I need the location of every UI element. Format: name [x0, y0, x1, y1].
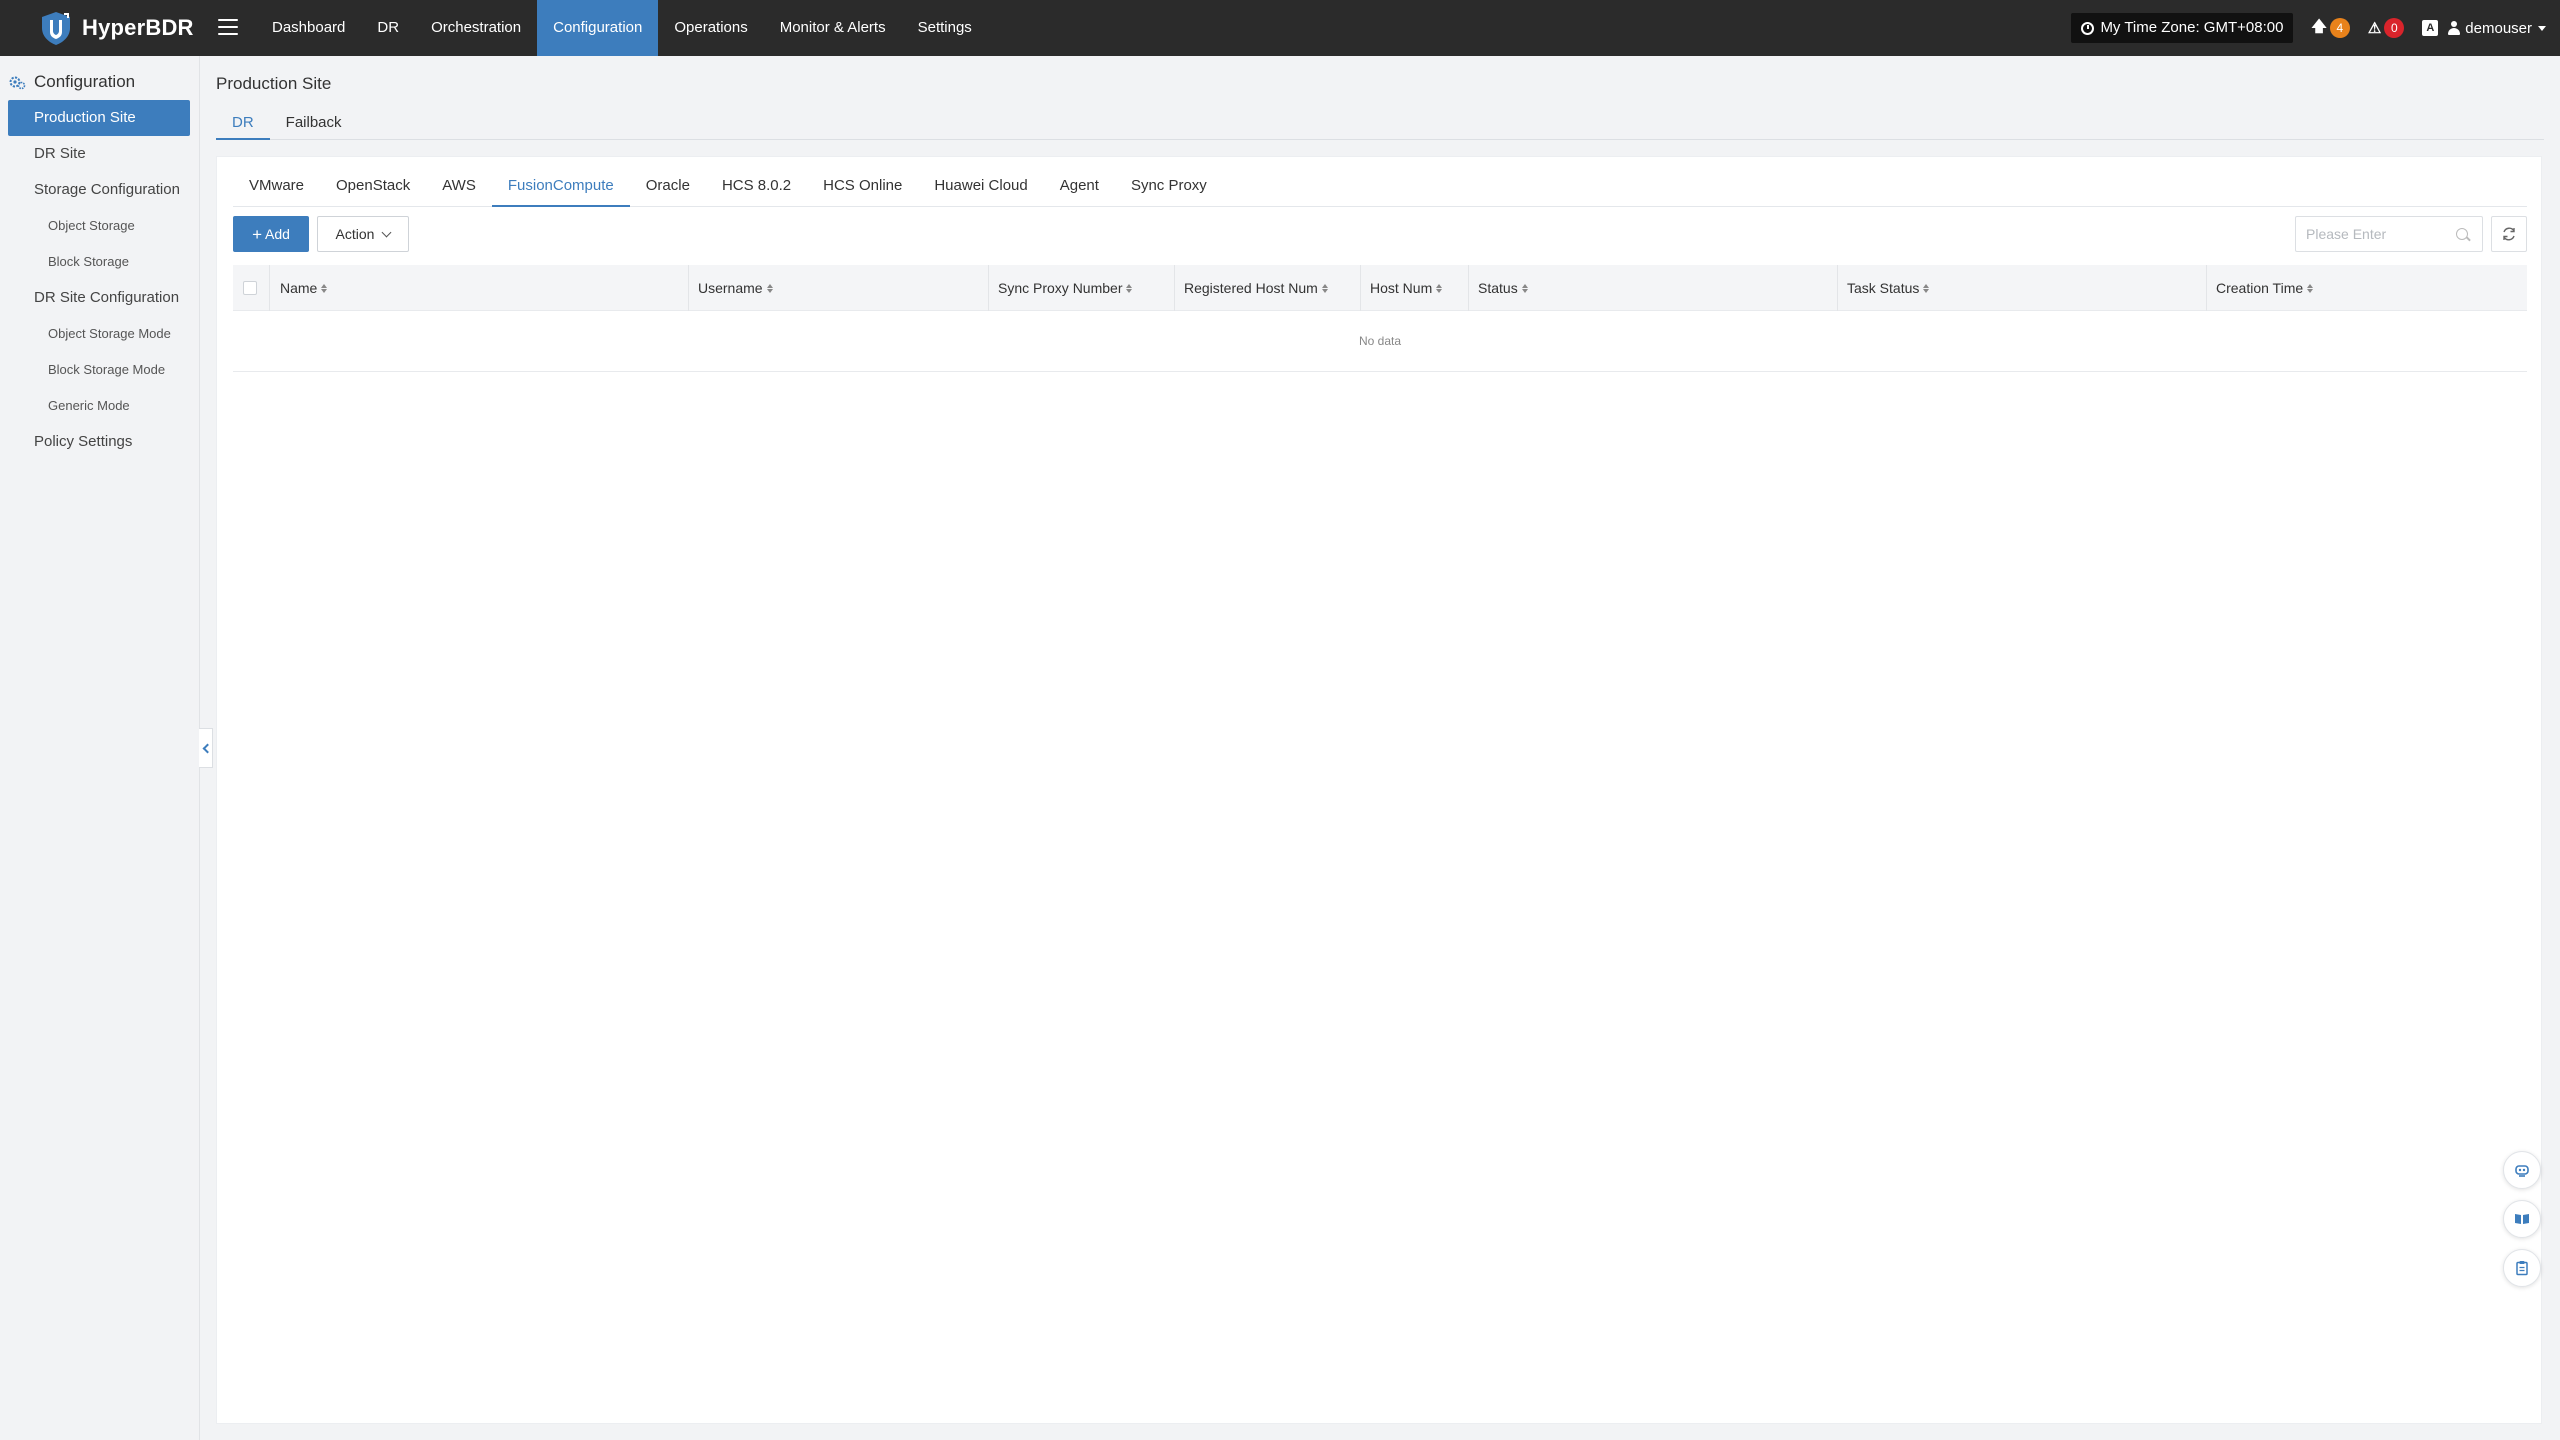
column-header-creation-time[interactable]: Creation Time — [2216, 265, 2314, 311]
menu-toggle-icon[interactable] — [218, 17, 238, 37]
nav-operations[interactable]: Operations — [658, 0, 763, 56]
column-header-task-status[interactable]: Task Status — [1847, 265, 1930, 311]
sidebar-item-dr-site-configuration[interactable]: DR Site Configuration — [8, 280, 190, 316]
sidebar-item-dr-site[interactable]: DR Site — [8, 136, 190, 172]
sort-icon — [1321, 283, 1328, 293]
tab-agent[interactable]: Agent — [1044, 165, 1115, 207]
action-dropdown-button[interactable]: Action — [317, 216, 409, 252]
column-header-name[interactable]: Name — [280, 265, 328, 311]
upload-count-badge: 4 — [2329, 18, 2350, 38]
tab-failback[interactable]: Failback — [270, 108, 358, 140]
sidebar-item-block-storage[interactable]: Block Storage — [8, 244, 190, 280]
search-box — [2295, 216, 2483, 252]
language-icon[interactable]: A — [2422, 20, 2439, 36]
plus-icon: + — [252, 224, 262, 244]
nav-configuration[interactable]: Configuration — [537, 0, 659, 56]
nav-settings[interactable]: Settings — [902, 0, 988, 56]
username: demouser — [2465, 19, 2532, 37]
content-card: VMware OpenStack AWS FusionCompute Oracl… — [216, 156, 2542, 1424]
alerts[interactable]: ⚠ 0 — [2367, 18, 2405, 38]
sidebar-title: Configuration — [8, 72, 135, 92]
robot-assistant-icon — [2515, 1165, 2529, 1177]
add-button[interactable]: + Add — [233, 216, 309, 252]
column-header-host-num[interactable]: Host Num — [1370, 265, 1443, 311]
manual-book-icon — [2515, 1214, 2529, 1224]
upload-tasks[interactable]: 🡅 4 — [2311, 16, 2350, 41]
sidebar-item-storage-configuration[interactable]: Storage Configuration — [8, 172, 190, 208]
gear-icon — [9, 76, 26, 90]
tab-hcs-802[interactable]: HCS 8.0.2 — [706, 165, 807, 207]
manual-book-button[interactable] — [2503, 1200, 2541, 1238]
sidebar-collapse-button[interactable] — [199, 728, 213, 768]
sort-icon — [1521, 283, 1528, 293]
timezone-text: My Time Zone: GMT+08:00 — [2100, 19, 2284, 36]
sort-icon — [766, 283, 773, 293]
select-all-checkbox[interactable] — [243, 281, 257, 295]
tab-dr[interactable]: DR — [216, 108, 270, 140]
tab-oracle[interactable]: Oracle — [630, 165, 706, 207]
main-nav: Dashboard DR Orchestration Configuration… — [256, 0, 988, 56]
timezone-indicator[interactable]: My Time Zone: GMT+08:00 — [2071, 13, 2294, 43]
alert-count-badge: 0 — [2384, 18, 2405, 38]
top-right-tools: My Time Zone: GMT+08:00 🡅 4 ⚠ 0 A demous… — [2071, 0, 2560, 56]
sort-icon — [1923, 283, 1930, 293]
sort-icon — [2307, 283, 2314, 293]
tab-hcs-online[interactable]: HCS Online — [807, 165, 918, 207]
sidebar-item-object-storage[interactable]: Object Storage — [8, 208, 190, 244]
app-name: HyperBDR — [82, 15, 194, 40]
nav-monitor-alerts[interactable]: Monitor & Alerts — [764, 0, 902, 56]
robot-assistant-button[interactable] — [2503, 1151, 2541, 1189]
tab-sync-proxy[interactable]: Sync Proxy — [1115, 165, 1223, 207]
chevron-left-icon — [202, 743, 212, 753]
search-input[interactable] — [2296, 217, 2446, 251]
tab-fusioncompute[interactable]: FusionCompute — [491, 165, 630, 207]
sort-icon — [1436, 283, 1443, 293]
column-header-status[interactable]: Status — [1478, 265, 1528, 311]
warning-icon: ⚠ — [2367, 20, 2382, 37]
clipboard-icon — [2516, 1261, 2528, 1276]
nav-dashboard[interactable]: Dashboard — [256, 0, 361, 56]
sort-icon — [1126, 283, 1133, 293]
column-header-registered-host-num[interactable]: Registered Host Num — [1184, 265, 1328, 311]
sidebar-item-block-storage-mode[interactable]: Block Storage Mode — [8, 352, 190, 388]
chevron-down-icon — [382, 227, 392, 237]
sidebar-item-production-site[interactable]: Production Site — [8, 100, 190, 136]
table-header: Name Username Sync Proxy Number Register… — [233, 265, 2527, 311]
user-icon — [2448, 21, 2461, 35]
top-navigation-bar: HyperBDR Dashboard DR Orchestration Conf… — [0, 0, 2560, 56]
sidebar-item-object-storage-mode[interactable]: Object Storage Mode — [8, 316, 190, 352]
sidebar-item-generic-mode[interactable]: Generic Mode — [8, 388, 190, 424]
user-menu[interactable]: demouser — [2448, 20, 2546, 37]
platform-tabs: VMware OpenStack AWS FusionCompute Oracl… — [233, 165, 2527, 207]
refresh-button[interactable] — [2491, 216, 2527, 252]
sort-icon — [321, 283, 328, 293]
upload-arrow-icon: 🡅 — [2311, 17, 2327, 35]
sidebar-item-policy-settings[interactable]: Policy Settings — [8, 424, 190, 460]
table-empty-state: No data — [233, 311, 2527, 372]
clock-icon — [2081, 21, 2095, 35]
clipboard-button[interactable] — [2503, 1249, 2541, 1287]
search-icon[interactable] — [2456, 228, 2468, 240]
caret-down-icon — [2538, 25, 2546, 31]
nav-orchestration[interactable]: Orchestration — [415, 0, 537, 56]
column-header-sync-proxy-number[interactable]: Sync Proxy Number — [998, 265, 1133, 311]
app-logo[interactable]: HyperBDR — [38, 10, 194, 46]
sub-tabs: DR Failback — [216, 108, 2544, 140]
tab-openstack[interactable]: OpenStack — [320, 165, 426, 207]
nav-dr[interactable]: DR — [361, 0, 415, 56]
shield-logo-icon — [42, 12, 70, 45]
sidebar: Configuration Production Site DR Site St… — [0, 56, 200, 1440]
column-header-username[interactable]: Username — [698, 265, 773, 311]
page-title: Production Site — [216, 74, 332, 93]
tab-huawei-cloud[interactable]: Huawei Cloud — [918, 165, 1043, 207]
tab-vmware[interactable]: VMware — [233, 165, 320, 207]
refresh-icon — [2503, 227, 2515, 241]
tab-aws[interactable]: AWS — [426, 165, 492, 207]
data-table: Name Username Sync Proxy Number Register… — [233, 265, 2527, 372]
